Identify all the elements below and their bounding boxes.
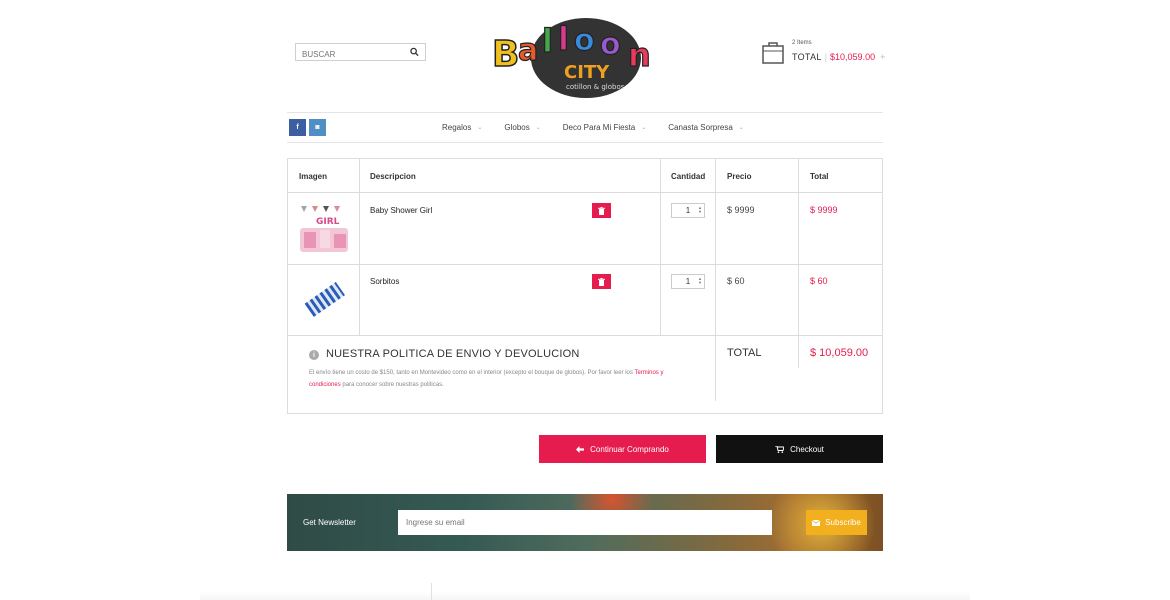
nav-item-regalos[interactable]: Regalos ⌄ <box>442 123 482 132</box>
mini-cart[interactable]: 2 Items TOTAL | $10,059.00 + <box>762 40 886 70</box>
header-image: Imagen <box>299 172 328 181</box>
delete-item-button[interactable] <box>592 203 611 218</box>
continue-shopping-button[interactable]: Continuar Comprando <box>539 435 706 463</box>
policy-title: NUESTRA POLITICA DE ENVIO Y DEVOLUCION <box>326 348 580 360</box>
product-image-baby-shower-girl[interactable]: GIRL <box>298 202 350 256</box>
spinner-arrows-icon[interactable]: ▲ ▼ <box>698 277 702 285</box>
chevron-down-icon: ⌄ <box>738 125 744 131</box>
nav-item-globos[interactable]: Globos ⌄ <box>504 123 540 132</box>
spinner-arrows-icon[interactable]: ▲ ▼ <box>698 206 702 214</box>
subscribe-label: Subscribe <box>825 518 861 527</box>
quantity-stepper[interactable]: 1 ▲ ▼ <box>671 203 705 218</box>
arrow-left-icon <box>576 445 585 453</box>
product-name[interactable]: Baby Shower Girl <box>370 206 432 215</box>
table-header: Imagen Descripcion Cantidad Precio Total <box>288 159 882 193</box>
chevron-down-icon: ⌄ <box>535 125 541 131</box>
newsletter-email-input[interactable] <box>398 510 772 535</box>
svg-text:B: B <box>492 34 519 75</box>
checkout-label: Checkout <box>790 444 824 454</box>
cart-total-value: $10,059.00 <box>830 52 876 62</box>
quantity-stepper[interactable]: 1 ▲ ▼ <box>671 274 705 289</box>
shopping-bag-icon <box>762 42 784 64</box>
header-description: Descripcion <box>370 172 416 181</box>
nav-item-canasta[interactable]: Canasta Sorpresa ⌄ <box>668 123 744 132</box>
row-total: $ 9999 <box>810 205 838 215</box>
search-input[interactable] <box>296 46 406 63</box>
quantity-value: 1 <box>685 206 691 215</box>
header-total: Total <box>810 172 829 181</box>
table-row: GIRL Baby Shower Girl 1 ▲ ▼ $ 9999 $ 9999 <box>288 193 882 265</box>
svg-text:CITY: CITY <box>564 62 610 83</box>
cart-table: Imagen Descripcion Cantidad Precio Total… <box>287 158 883 414</box>
trash-icon <box>598 277 605 286</box>
summary-total-label: TOTAL <box>727 347 762 359</box>
balloon-city-logo[interactable]: B a l l o o n CITY cotillon & globos <box>488 14 684 100</box>
svg-text:o: o <box>600 27 621 62</box>
facebook-icon[interactable]: f <box>289 119 306 136</box>
cart-total-label: TOTAL <box>792 52 822 62</box>
newsletter-section: Get Newsletter Subscribe <box>287 494 883 551</box>
unit-price: $ 60 <box>727 276 745 286</box>
svg-text:GIRL: GIRL <box>316 217 340 227</box>
quantity-value: 1 <box>685 277 691 286</box>
chevron-down-icon: ⌄ <box>477 125 483 131</box>
row-total: $ 60 <box>810 276 828 286</box>
policy-text: El envío tiene un costo de $150, tanto e… <box>309 370 664 388</box>
trash-icon <box>598 206 605 215</box>
footer-shadow <box>200 592 970 600</box>
continue-shopping-label: Continuar Comprando <box>590 444 669 454</box>
chevron-down-icon: ⌄ <box>641 125 647 131</box>
instagram-icon[interactable]: ◙ <box>309 119 326 136</box>
main-nav: f ◙ Regalos ⌄ Globos ⌄ Deco Para Mi Fiesta… <box>287 112 883 143</box>
newsletter-label: Get Newsletter <box>303 518 356 527</box>
search-box <box>295 43 426 63</box>
header-price: Precio <box>727 172 752 181</box>
table-row: Sorbitos 1 ▲ ▼ $ 60 $ 60 <box>288 264 882 336</box>
product-name[interactable]: Sorbitos <box>370 277 399 286</box>
cart-icon <box>775 445 785 453</box>
checkout-button[interactable]: Checkout <box>716 435 883 463</box>
svg-text:cotillon & globos: cotillon & globos <box>566 83 625 91</box>
summary-total-value: $ 10,059.00 <box>810 347 869 359</box>
search-icon[interactable] <box>410 47 419 57</box>
svg-text:l: l <box>542 22 553 60</box>
footer-divider <box>431 583 432 600</box>
header-quantity: Cantidad <box>671 172 706 181</box>
cart-item-count: 2 Items <box>792 40 812 46</box>
svg-text:a: a <box>518 33 538 68</box>
unit-price: $ 9999 <box>727 205 755 215</box>
subscribe-button[interactable]: Subscribe <box>806 510 867 535</box>
product-image-sorbitos[interactable] <box>298 273 350 327</box>
info-icon: i <box>309 350 319 360</box>
delete-item-button[interactable] <box>592 274 611 289</box>
svg-text:l: l <box>558 20 569 58</box>
envelope-icon <box>812 519 821 526</box>
svg-text:n: n <box>628 36 651 74</box>
nav-item-deco[interactable]: Deco Para Mi Fiesta ⌄ <box>563 123 647 132</box>
nav-menu: Regalos ⌄ Globos ⌄ Deco Para Mi Fiesta ⌄ Ca… <box>442 123 766 132</box>
cart-total: TOTAL | $10,059.00 + <box>792 52 886 62</box>
cart-expand-icon[interactable]: + <box>880 52 885 62</box>
svg-text:o: o <box>574 23 595 58</box>
